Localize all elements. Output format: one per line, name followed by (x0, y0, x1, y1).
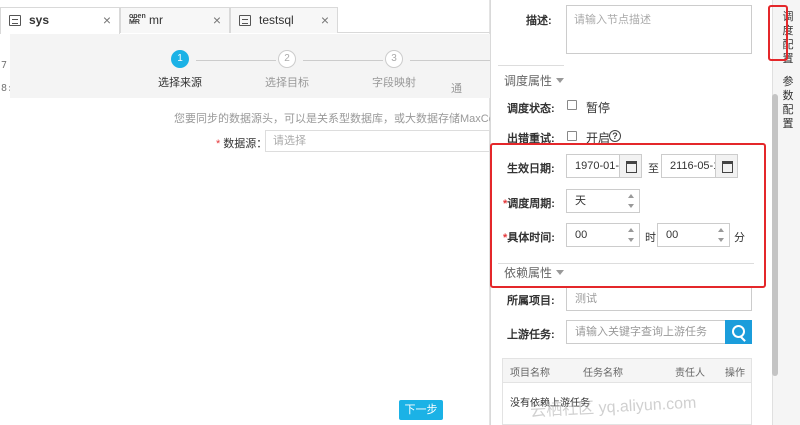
tab-testsql[interactable]: testsql × (230, 7, 338, 33)
caret-down-icon (556, 78, 565, 83)
sql-icon (239, 15, 251, 26)
mapreduce-icon: open MR (129, 13, 146, 26)
pause-option-label: 暂停 (586, 101, 611, 115)
table-header: 项目名称 任务名称 责任人 操作 (503, 359, 751, 383)
close-icon[interactable]: × (213, 8, 221, 32)
tab-label: mr (149, 13, 163, 27)
description-textarea[interactable]: 请输入节点描述 (566, 5, 752, 54)
project-field: 测试 (566, 287, 752, 311)
search-icon[interactable] (725, 320, 752, 344)
retry-option-label: 开启 (586, 131, 611, 145)
upstream-search-input[interactable]: 请输入关键字查询上游任务 (566, 320, 726, 344)
wizard-step-source[interactable]: 1 选择来源 (130, 50, 230, 90)
hour-stepper[interactable]: 00 (566, 223, 640, 247)
to-label: 至 (648, 163, 659, 175)
required-mark: * (216, 138, 221, 150)
table-icon (9, 15, 21, 26)
column-header: 项目名称 (510, 368, 550, 379)
line-number: 7 (1, 60, 8, 71)
project-label: 所属项目: (507, 295, 555, 307)
period-label-text: 调度周期: (507, 198, 555, 210)
schedule-section-title[interactable]: 调度属性 (504, 72, 565, 89)
help-icon[interactable]: ? (609, 130, 621, 142)
calendar-icon[interactable] (715, 155, 737, 177)
dependency-section-title[interactable]: 依赖属性 (504, 264, 565, 281)
wizard-step-target[interactable]: 2 选择目标 (237, 50, 337, 90)
time-label: *具体时间: (503, 229, 555, 245)
tab-schedule-config[interactable]: 调度配置 (781, 10, 795, 66)
tab-mr[interactable]: open MR mr × (120, 7, 230, 33)
step-number: 1 (171, 50, 189, 68)
spinner-icon[interactable] (628, 228, 635, 242)
datasource-select[interactable]: 请选择 (265, 130, 490, 152)
retry-checkbox[interactable] (567, 131, 577, 141)
column-header: 任务名称 (583, 368, 623, 379)
editor-tabbar: sys × open MR mr × testsql × (0, 7, 490, 34)
editor-pane: 7 8: sys × open MR mr × testsql × 1 选择来源… (0, 0, 494, 425)
retry-label: 出错重试: (507, 133, 555, 145)
section-title-text: 调度属性 (504, 74, 553, 88)
step-number: 3 (385, 50, 403, 68)
wizard-steps: 1 选择来源 2 选择目标 3 字段映射 通 (10, 34, 490, 98)
upstream-label: 上游任务: (507, 329, 555, 341)
caret-down-icon (556, 270, 565, 275)
step-label: 通 (451, 83, 462, 95)
next-button[interactable]: 下一步 (399, 400, 443, 420)
minute-stepper[interactable]: 00 (657, 223, 730, 247)
column-header: 责任人 (675, 368, 705, 379)
calendar-icon[interactable] (619, 155, 641, 177)
minute-value: 00 (666, 229, 679, 241)
period-value: 天 (575, 195, 586, 207)
desc-label: 描述: (526, 15, 552, 27)
start-date-input[interactable]: 1970-01-01 (566, 154, 642, 178)
datasource-label-text: 数据源： (223, 138, 268, 150)
step-label: 选择来源 (158, 77, 202, 89)
effective-date-label: 生效日期: (507, 163, 555, 175)
minute-unit: 分 (734, 232, 745, 244)
tab-label: testsql (259, 13, 294, 27)
end-date-input[interactable]: 2116-05-19 (661, 154, 738, 178)
line-gutter: 7 8: (0, 30, 13, 425)
tab-param-config[interactable]: 参数配置 (781, 75, 795, 131)
section-title-text: 依赖属性 (504, 266, 553, 280)
close-icon[interactable]: × (321, 8, 329, 32)
hour-value: 00 (575, 229, 588, 241)
pause-checkbox[interactable] (567, 100, 577, 110)
step-label: 字段映射 (372, 77, 416, 89)
section-divider (498, 65, 564, 66)
step-label: 选择目标 (265, 77, 309, 89)
period-label: *调度周期: (503, 195, 555, 211)
time-label-text: 具体时间: (507, 232, 555, 244)
tab-label: sys (29, 13, 50, 27)
source-description: 您要同步的数据源头，可以是关系型数据库，或大数据存储MaxCompute以及无结… (174, 113, 494, 125)
close-icon[interactable]: × (103, 8, 111, 32)
period-select[interactable]: 天 (566, 189, 640, 213)
scrollbar[interactable] (772, 94, 778, 376)
tab-sys[interactable]: sys × (0, 7, 120, 34)
step-number: 2 (278, 50, 296, 68)
hour-unit: 时 (645, 232, 656, 244)
column-header: 操作 (725, 368, 745, 379)
spinner-icon (628, 194, 635, 208)
status-label: 调度状态: (507, 103, 555, 115)
wizard-step-channel[interactable]: 通 (451, 50, 490, 96)
datasource-label: * 数据源： (216, 135, 267, 151)
spinner-icon[interactable] (718, 228, 725, 242)
wizard-step-mapping[interactable]: 3 字段映射 (344, 50, 444, 90)
